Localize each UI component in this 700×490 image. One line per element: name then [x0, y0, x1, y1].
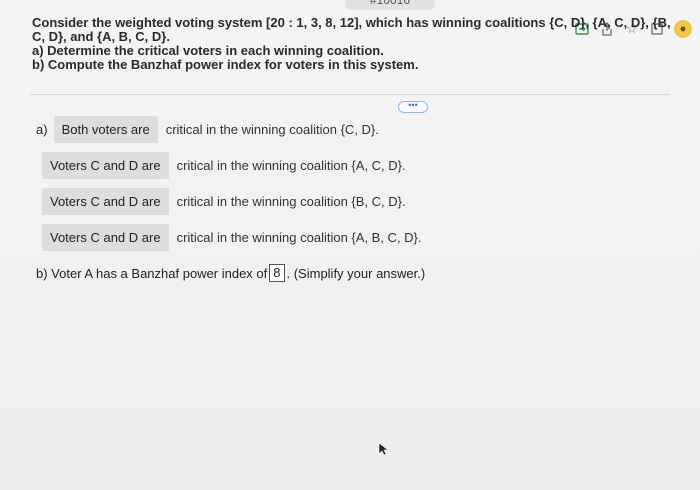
answer-row-3: Voters C and D are critical in the winni…	[42, 188, 406, 215]
url-fragment: #10016	[345, 0, 435, 10]
answer-text-3: critical in the winning coalition {B, C,…	[176, 194, 406, 209]
question-line-1: Consider the weighted voting system [20 …	[32, 15, 671, 44]
page: #10016 ☆ ● Consider the weighted voting …	[0, 0, 700, 490]
part-b-prefix: b) Voter A has a Banzhaf power index of	[36, 265, 268, 281]
answer-row-4: Voters C and D are critical in the winni…	[42, 224, 422, 251]
answer-row-b: b) Voter A has a Banzhaf power index of …	[36, 264, 425, 282]
answer-chip-4[interactable]: Voters C and D are	[42, 224, 169, 251]
expand-more-button[interactable]: •••	[398, 101, 428, 113]
answer-text-1: critical in the winning coalition {C, D}…	[165, 122, 379, 137]
answer-chip-1[interactable]: Both voters are	[53, 116, 158, 143]
part-b-suffix: . (Simplify your answer.)	[286, 265, 426, 281]
answer-row-2: Voters C and D are critical in the winni…	[42, 152, 406, 179]
answer-text-4: critical in the winning coalition {A, B,…	[176, 230, 422, 245]
answer-text-2: critical in the winning coalition {A, C,…	[176, 158, 406, 173]
answer-chip-2[interactable]: Voters C and D are	[42, 152, 169, 179]
part-a-label: a)	[36, 122, 48, 137]
banzhaf-answer-input[interactable]: 8	[269, 264, 285, 282]
question-text: Consider the weighted voting system [20 …	[32, 16, 682, 72]
answer-row-1: a) Both voters are critical in the winni…	[36, 116, 379, 143]
answer-chip-3[interactable]: Voters C and D are	[42, 188, 169, 215]
section-divider	[30, 94, 670, 95]
mouse-cursor-icon	[378, 442, 389, 456]
question-line-2: a) Determine the critical voters in each…	[32, 43, 384, 58]
question-line-3: b) Compute the Banzhaf power index for v…	[32, 57, 419, 72]
